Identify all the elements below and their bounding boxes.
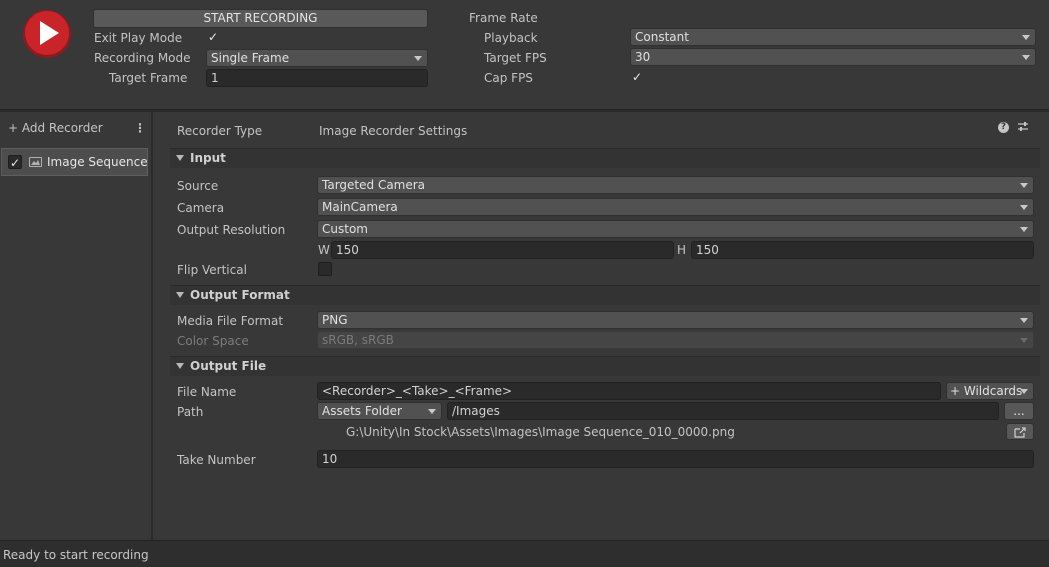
status-bar: Ready to start recording [0,540,1049,567]
media-file-format-value: PNG [322,313,348,327]
output-format-section-header[interactable]: Output Format [170,285,1040,305]
source-dropdown[interactable]: Targeted Camera [317,176,1034,194]
status-text: Ready to start recording [3,548,149,562]
foldout-triangle-icon [176,292,184,298]
chevron-down-icon [414,56,422,61]
color-space-label: Color Space [177,334,249,348]
input-section-header[interactable]: Input [170,148,1040,168]
flip-vertical-label: Flip Vertical [177,263,247,277]
chevron-down-icon [1020,389,1028,394]
external-link-icon [1014,427,1026,438]
foldout-triangle-icon [176,155,184,161]
camera-dropdown[interactable]: MainCamera [317,198,1034,216]
more-options-icon[interactable]: ⋮ [134,120,146,136]
sidebar-item-image-sequence[interactable]: ✓ Image Sequence [1,148,148,176]
output-resolution-dropdown[interactable]: Custom [317,220,1034,238]
sidebar-item-label: Image Sequence [47,155,148,169]
target-fps-value: 30 [635,50,651,64]
source-value: Targeted Camera [322,178,426,192]
recorder-type-label: Recorder Type [177,124,263,138]
full-output-path: G:\Unity\In Stock\Assets\Images\Image Se… [346,425,735,439]
browse-path-button[interactable]: ... [1004,402,1034,420]
height-label: H [677,243,687,257]
take-number-label: Take Number [177,453,256,467]
file-name-label: File Name [177,385,237,399]
media-file-format-dropdown[interactable]: PNG [317,311,1034,329]
cap-fps-checkbox[interactable]: ✓ [630,70,644,84]
width-input[interactable]: 150 [331,241,674,259]
chevron-down-icon [1022,35,1030,40]
camera-value: MainCamera [322,200,398,214]
chevron-down-icon [1020,338,1028,343]
color-space-dropdown: sRGB, sRGB [317,331,1034,349]
output-format-section-title: Output Format [190,288,290,302]
playback-value: Constant [635,30,689,44]
settings-sliders-icon[interactable] [1017,121,1029,136]
frame-rate-title: Frame Rate [469,11,538,25]
file-name-input[interactable]: <Recorder>_<Take>_<Frame> [317,382,941,400]
recorder-list-sidebar: + Add Recorder ⋮ ✓ Image Sequence [0,112,153,540]
wildcards-label: + Wildcards [950,384,1023,398]
output-resolution-label: Output Resolution [177,223,286,237]
start-recording-button[interactable]: START RECORDING [93,9,428,28]
output-file-section-header[interactable]: Output File [170,356,1040,376]
source-label: Source [177,179,219,193]
open-folder-button[interactable] [1006,423,1034,440]
flip-vertical-checkbox[interactable] [318,262,332,276]
take-number-input[interactable]: 10 [317,450,1034,468]
path-root-value: Assets Folder [322,404,402,418]
wildcards-dropdown[interactable]: + Wildcards [946,382,1034,400]
recorder-type-value: Image Recorder Settings [319,124,468,138]
recording-mode-label: Recording Mode [94,51,191,65]
chevron-down-icon [1020,227,1028,232]
chevron-down-icon [1020,318,1028,323]
chevron-down-icon [428,409,436,414]
path-label: Path [177,405,204,419]
output-file-section-title: Output File [190,359,267,373]
cap-fps-label: Cap FPS [484,71,533,85]
foldout-triangle-icon [176,363,184,369]
chevron-down-icon [1022,55,1030,60]
playback-dropdown[interactable]: Constant [630,28,1036,46]
image-icon [29,157,42,167]
output-resolution-value: Custom [322,222,368,236]
add-recorder-button[interactable]: + Add Recorder [8,120,103,136]
height-input[interactable]: 150 [691,241,1034,259]
color-space-value: sRGB, sRGB [322,333,394,347]
target-fps-dropdown[interactable]: 30 [630,48,1036,66]
recording-mode-value: Single Frame [211,51,290,65]
record-play-button[interactable] [22,9,72,59]
media-file-format-label: Media File Format [177,314,284,328]
target-frame-input[interactable]: 1 [206,69,428,87]
path-root-dropdown[interactable]: Assets Folder [317,402,442,420]
recording-mode-dropdown[interactable]: Single Frame [206,49,428,67]
camera-label: Camera [177,201,225,215]
play-icon [23,10,71,58]
target-frame-label: Target Frame [109,71,188,85]
width-label: W [318,243,330,257]
playback-label: Playback [484,31,538,45]
target-fps-label: Target FPS [484,51,547,65]
recorder-enabled-checkbox[interactable]: ✓ [8,155,22,170]
exit-play-mode-checkbox[interactable]: ✓ [206,30,220,44]
path-input[interactable]: /Images [447,402,999,420]
exit-play-mode-label: Exit Play Mode [94,31,183,45]
input-section-title: Input [190,151,226,165]
help-icon[interactable]: ? [998,122,1009,133]
chevron-down-icon [1020,205,1028,210]
chevron-down-icon [1020,183,1028,188]
